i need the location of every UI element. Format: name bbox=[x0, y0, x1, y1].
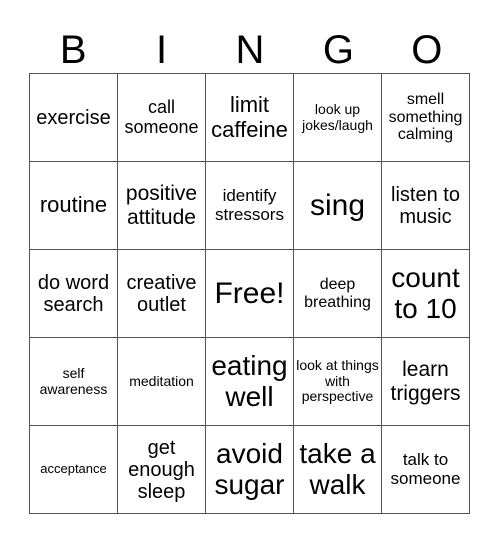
bingo-cell[interactable]: meditation bbox=[118, 338, 206, 426]
bingo-cell[interactable]: acceptance bbox=[30, 426, 118, 514]
bingo-cell[interactable]: routine bbox=[30, 162, 118, 250]
bingo-cell[interactable]: call someone bbox=[118, 74, 206, 162]
bingo-cell[interactable]: do word search bbox=[30, 250, 118, 338]
bingo-cell[interactable]: creative outlet bbox=[118, 250, 206, 338]
bingo-cell[interactable]: exercise bbox=[30, 74, 118, 162]
bingo-cell[interactable]: smell something calming bbox=[382, 74, 470, 162]
bingo-cell[interactable]: listen to music bbox=[382, 162, 470, 250]
bingo-cell[interactable]: learn triggers bbox=[382, 338, 470, 426]
header-letter-b: B bbox=[59, 28, 87, 72]
bingo-cell[interactable]: identify stressors bbox=[206, 162, 294, 250]
bingo-board: exercise call someone limit caffeine loo… bbox=[29, 73, 470, 514]
bingo-cell[interactable]: look at things with perspective bbox=[294, 338, 382, 426]
bingo-cell[interactable]: avoid sugar bbox=[206, 426, 294, 514]
bingo-cell[interactable]: talk to someone bbox=[382, 426, 470, 514]
bingo-cell[interactable]: look up jokes/laugh bbox=[294, 74, 382, 162]
bingo-cell[interactable]: eating well bbox=[206, 338, 294, 426]
bingo-cell[interactable]: positive attitude bbox=[118, 162, 206, 250]
bingo-cell[interactable]: limit caffeine bbox=[206, 74, 294, 162]
header-letter-n: N bbox=[235, 28, 265, 72]
bingo-cell[interactable]: take a walk bbox=[294, 426, 382, 514]
bingo-cell[interactable]: sing bbox=[294, 162, 382, 250]
bingo-cell[interactable]: self awareness bbox=[30, 338, 118, 426]
header-letter-g: G bbox=[322, 28, 354, 72]
bingo-cell[interactable]: deep breathing bbox=[294, 250, 382, 338]
bingo-cell[interactable]: count to 10 bbox=[382, 250, 470, 338]
header-letter-o: O bbox=[411, 28, 443, 72]
free-space[interactable]: Free! bbox=[206, 250, 294, 338]
bingo-header: B I N G O bbox=[29, 28, 471, 73]
bingo-cell[interactable]: get enough sleep bbox=[118, 426, 206, 514]
header-letter-i: I bbox=[156, 28, 168, 72]
